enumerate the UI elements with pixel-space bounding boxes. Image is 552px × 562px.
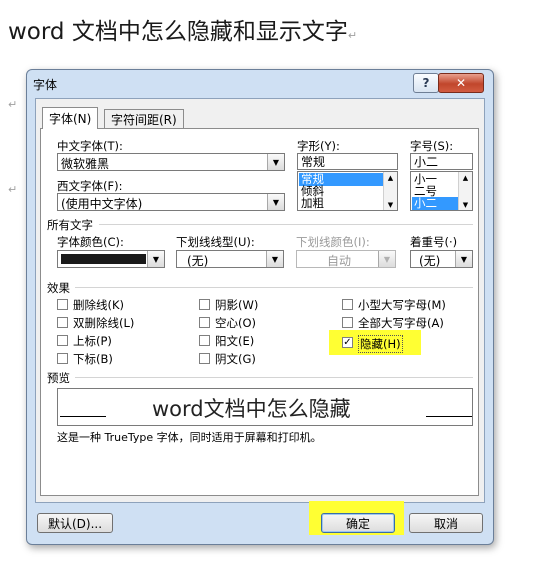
font-size-list[interactable]: 小一 二号 小二 ▲ ▼ <box>410 171 473 211</box>
chevron-down-icon[interactable]: ▼ <box>147 251 164 267</box>
subscript-label: 下标(B) <box>73 352 113 366</box>
underline-style-label: 下划线线型(U): <box>176 235 255 249</box>
chevron-down-icon[interactable]: ▼ <box>384 199 397 210</box>
dialog-body: 字体(N) 字符间距(R) 中文字体(T): 微软雅黑 ▼ 西文字体(F): (… <box>35 98 485 503</box>
paragraph-mark: ↵ <box>8 98 18 111</box>
help-button[interactable]: ? <box>413 73 439 93</box>
chevron-down-icon[interactable]: ▼ <box>455 251 472 267</box>
font-style-label: 字形(Y): <box>297 139 340 153</box>
list-item[interactable]: 加粗 <box>299 197 324 210</box>
ok-button[interactable]: 确定 <box>321 513 395 533</box>
preview-note: 这是一种 TrueType 字体，同时适用于屏幕和打印机。 <box>57 431 322 444</box>
chevron-up-icon[interactable]: ▲ <box>384 172 397 183</box>
checkbox-box[interactable] <box>57 353 68 364</box>
preview-text: word文档中怎么隐藏 <box>152 397 351 421</box>
western-font-select[interactable]: (使用中文字体) ▼ <box>57 193 285 211</box>
all-text-section-label: 所有文字 <box>47 218 93 232</box>
preview-box: word文档中怎么隐藏 <box>57 388 473 426</box>
scrollbar[interactable]: ▲ ▼ <box>458 172 472 210</box>
document-heading: word 文档中怎么隐藏和显示文字↵ <box>8 12 357 46</box>
shadow-label: 阴影(W) <box>215 298 259 312</box>
engrave-label: 阴文(G) <box>215 352 256 366</box>
font-size-label: 字号(S): <box>410 139 454 153</box>
emphasis-mark-value: (无) <box>419 254 441 268</box>
checkbox-box[interactable]: ✓ <box>342 337 353 348</box>
chevron-down-icon[interactable]: ▼ <box>267 154 284 170</box>
font-style-list[interactable]: 常规 倾斜 加粗 ▲ ▼ <box>297 171 398 211</box>
preview-section-label: 预览 <box>47 371 70 385</box>
font-dialog: 字体 ? ✕ 字体(N) 字符间距(R) 中文字体(T): 微软雅黑 ▼ 西文字… <box>26 69 494 545</box>
close-button[interactable]: ✕ <box>438 73 484 93</box>
divider <box>75 287 473 288</box>
underline-color-label: 下划线颜色(I): <box>296 235 370 249</box>
font-color-swatch <box>61 254 146 264</box>
underline-color-select: 自动 ▼ <box>296 250 396 268</box>
preview-baseline <box>60 416 106 417</box>
close-icon: ✕ <box>455 76 467 90</box>
hidden-label: 隐藏(H) <box>358 335 403 353</box>
font-style-input[interactable]: 常规 <box>297 153 398 170</box>
checkbox-box[interactable] <box>57 299 68 310</box>
tab-character-spacing[interactable]: 字符间距(R) <box>104 109 184 128</box>
superscript-label: 上标(P) <box>73 334 112 348</box>
font-color-select[interactable]: ▼ <box>57 250 165 268</box>
chevron-down-icon: ▼ <box>378 251 395 267</box>
chinese-font-value: 微软雅黑 <box>61 157 110 171</box>
chevron-down-icon[interactable]: ▼ <box>267 194 284 210</box>
underline-style-select[interactable]: (无) ▼ <box>176 250 284 268</box>
font-color-label: 字体颜色(C): <box>57 235 124 249</box>
effects-section-label: 效果 <box>47 281 70 295</box>
preview-baseline <box>426 416 472 417</box>
emphasis-mark-select[interactable]: (无) ▼ <box>410 250 473 268</box>
checkbox-box[interactable] <box>342 299 353 310</box>
cancel-button[interactable]: 取消 <box>409 513 483 533</box>
tab-font[interactable]: 字体(N) <box>42 107 99 129</box>
divider <box>75 377 473 378</box>
paragraph-mark: ↵ <box>8 183 18 196</box>
checkmark-icon: ✓ <box>343 337 352 348</box>
outline-label: 空心(O) <box>215 316 257 330</box>
chevron-down-icon[interactable]: ▼ <box>459 199 472 210</box>
dialog-title: 字体 <box>33 78 58 92</box>
document-heading-text: word 文档中怎么隐藏和显示文字 <box>8 19 348 45</box>
checkbox-box[interactable] <box>199 317 210 328</box>
underline-style-value: (无) <box>187 254 209 268</box>
font-tab-page: 中文字体(T): 微软雅黑 ▼ 西文字体(F): (使用中文字体) ▼ 字形(Y… <box>40 128 479 496</box>
list-item[interactable]: 小二 <box>412 197 458 210</box>
checkbox-box[interactable] <box>199 299 210 310</box>
emboss-label: 阳文(E) <box>215 334 255 348</box>
western-font-value: (使用中文字体) <box>61 197 143 211</box>
small-caps-label: 小型大写字母(M) <box>358 298 446 312</box>
default-button[interactable]: 默认(D)... <box>37 513 113 533</box>
paragraph-mark: ↵ <box>347 29 358 42</box>
all-caps-label: 全部大写字母(A) <box>358 316 444 330</box>
chinese-font-select[interactable]: 微软雅黑 ▼ <box>57 153 285 171</box>
chevron-up-icon[interactable]: ▲ <box>459 172 472 183</box>
chevron-down-icon[interactable]: ▼ <box>266 251 283 267</box>
scrollbar[interactable]: ▲ ▼ <box>383 172 397 210</box>
checkbox-box[interactable] <box>199 335 210 346</box>
checkbox-box[interactable] <box>199 353 210 364</box>
divider <box>99 224 473 225</box>
font-size-input[interactable]: 小二 <box>410 153 473 170</box>
western-font-label: 西文字体(F): <box>57 179 123 193</box>
checkbox-box[interactable] <box>342 317 353 328</box>
checkbox-box[interactable] <box>57 317 68 328</box>
double-strikethrough-label: 双删除线(L) <box>73 316 135 330</box>
checkbox-box[interactable] <box>57 335 68 346</box>
chinese-font-label: 中文字体(T): <box>57 139 123 153</box>
underline-color-value: 自动 <box>327 254 352 268</box>
emphasis-mark-label: 着重号(·) <box>410 235 458 249</box>
strikethrough-label: 删除线(K) <box>73 298 125 312</box>
